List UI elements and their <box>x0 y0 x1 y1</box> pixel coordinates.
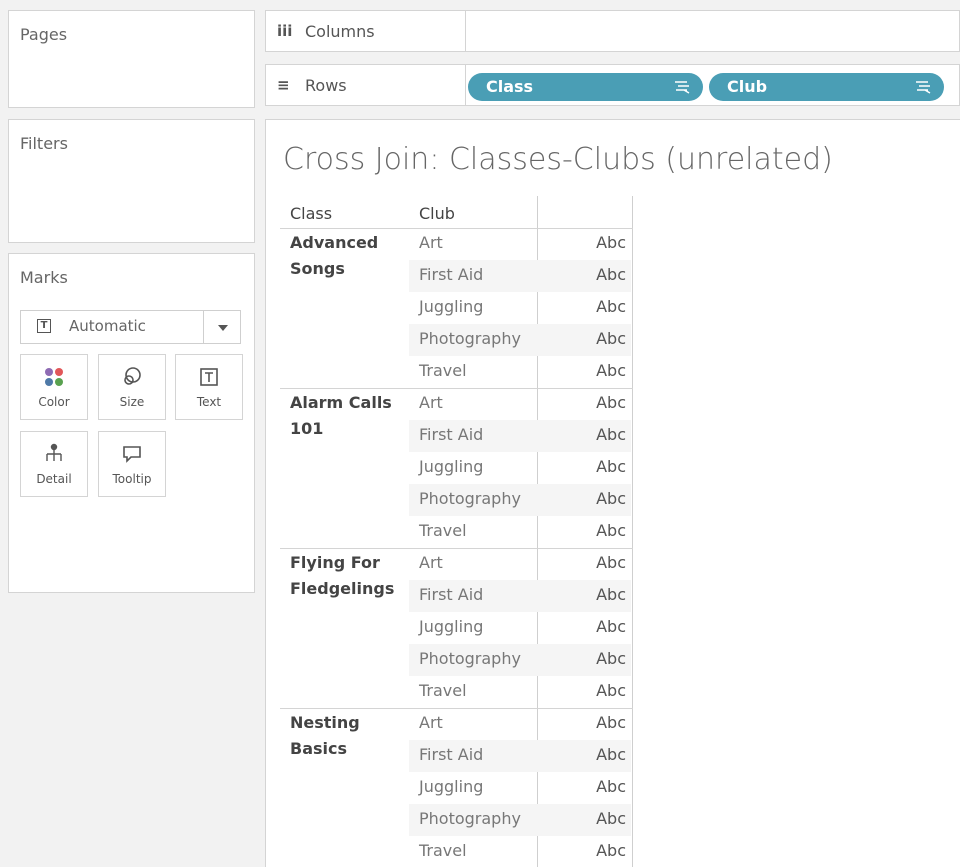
columns-label: Columns <box>305 21 375 41</box>
class-pill-label: Class <box>486 77 534 96</box>
size-icon <box>99 365 165 389</box>
pages-panel[interactable]: Pages <box>8 10 255 108</box>
tooltip-card[interactable]: Tooltip <box>98 431 166 497</box>
value-cell[interactable]: Abc <box>560 681 626 700</box>
group-divider <box>280 388 633 389</box>
sort-icon <box>675 81 690 94</box>
columns-shelf[interactable]: iii Columns <box>265 10 960 52</box>
header-divider <box>280 228 633 229</box>
chevron-down-icon[interactable] <box>218 325 228 331</box>
mark-type-label: Automatic <box>69 317 146 335</box>
value-cell[interactable]: Abc <box>560 265 626 284</box>
class-cell[interactable]: Alarm Calls <box>290 390 392 416</box>
text-icon <box>176 365 242 389</box>
value-cell[interactable]: Abc <box>560 553 626 572</box>
view-title: Cross Join: Classes-Clubs (unrelated) <box>283 142 833 177</box>
column-divider <box>632 196 633 867</box>
filters-title: Filters <box>20 134 68 153</box>
club-pill-label: Club <box>727 77 768 96</box>
marks-title: Marks <box>20 268 68 287</box>
text-card[interactable]: Text <box>175 354 243 420</box>
club-cell[interactable]: First Aid <box>419 265 483 284</box>
club-header[interactable]: Club <box>419 204 455 223</box>
value-cell[interactable]: Abc <box>560 489 626 508</box>
detail-card[interactable]: Detail <box>20 431 88 497</box>
class-cell[interactable]: Flying For <box>290 550 380 576</box>
club-cell[interactable]: Photography <box>419 649 521 668</box>
rows-icon: ≡ <box>277 76 290 94</box>
dropdown-separator <box>203 311 204 343</box>
text-mark-icon: T <box>37 319 51 333</box>
value-cell[interactable]: Abc <box>560 745 626 764</box>
club-cell[interactable]: Juggling <box>419 777 483 796</box>
club-cell[interactable]: Art <box>419 553 443 572</box>
class-cell[interactable]: Fledgelings <box>290 576 394 602</box>
club-cell[interactable]: First Aid <box>419 745 483 764</box>
club-cell[interactable]: Juggling <box>419 617 483 636</box>
value-cell[interactable]: Abc <box>560 521 626 540</box>
columns-icon: iii <box>277 22 293 40</box>
class-cell[interactable]: Songs <box>290 256 345 282</box>
value-cell[interactable]: Abc <box>560 585 626 604</box>
value-cell[interactable]: Abc <box>560 233 626 252</box>
class-cell[interactable]: Basics <box>290 736 347 762</box>
value-cell[interactable]: Abc <box>560 777 626 796</box>
club-cell[interactable]: Travel <box>419 521 467 540</box>
club-cell[interactable]: Juggling <box>419 457 483 476</box>
tooltip-icon <box>99 442 165 466</box>
club-cell[interactable]: Photography <box>419 809 521 828</box>
club-cell[interactable]: Photography <box>419 489 521 508</box>
club-cell[interactable]: Travel <box>419 841 467 860</box>
club-cell[interactable]: Art <box>419 713 443 732</box>
value-cell[interactable]: Abc <box>560 425 626 444</box>
value-cell[interactable]: Abc <box>560 297 626 316</box>
value-cell[interactable]: Abc <box>560 361 626 380</box>
value-cell[interactable]: Abc <box>560 809 626 828</box>
club-cell[interactable]: Travel <box>419 361 467 380</box>
club-cell[interactable]: Travel <box>419 681 467 700</box>
club-cell[interactable]: Photography <box>419 329 521 348</box>
detail-icon <box>21 442 87 466</box>
group-divider <box>280 708 633 709</box>
value-cell[interactable]: Abc <box>560 617 626 636</box>
value-cell[interactable]: Abc <box>560 457 626 476</box>
columns-shelf-label: iii Columns <box>266 11 466 51</box>
class-header[interactable]: Class <box>290 204 332 223</box>
value-cell[interactable]: Abc <box>560 393 626 412</box>
club-cell[interactable]: Art <box>419 393 443 412</box>
class-cell[interactable]: Advanced <box>290 230 378 256</box>
filters-panel[interactable]: Filters <box>8 119 255 243</box>
club-cell[interactable]: First Aid <box>419 585 483 604</box>
value-cell[interactable]: Abc <box>560 841 626 860</box>
club-cell[interactable]: Juggling <box>419 297 483 316</box>
class-cell[interactable]: 101 <box>290 416 323 442</box>
club-cell[interactable]: First Aid <box>419 425 483 444</box>
color-dots-icon <box>21 365 87 389</box>
club-cell[interactable]: Art <box>419 233 443 252</box>
class-pill[interactable]: Class <box>468 73 703 101</box>
value-cell[interactable]: Abc <box>560 713 626 732</box>
club-pill[interactable]: Club <box>709 73 944 101</box>
size-card-label: Size <box>119 395 145 409</box>
pages-title: Pages <box>20 25 68 44</box>
value-cell[interactable]: Abc <box>560 329 626 348</box>
mark-type-dropdown[interactable]: T Automatic <box>20 310 241 344</box>
color-card-label: Color <box>38 395 70 409</box>
value-cell[interactable]: Abc <box>560 649 626 668</box>
rows-label: Rows <box>305 75 347 95</box>
rows-shelf[interactable]: ≡ Rows Class Club <box>265 64 960 106</box>
marks-panel: Marks T Automatic Color Size Text Detail… <box>8 253 255 593</box>
group-divider <box>280 548 633 549</box>
size-card[interactable]: Size <box>98 354 166 420</box>
tooltip-card-label: Tooltip <box>112 472 152 486</box>
rows-shelf-label: ≡ Rows <box>266 65 466 105</box>
class-cell[interactable]: Nesting <box>290 710 360 736</box>
detail-card-label: Detail <box>36 472 72 486</box>
sort-icon <box>916 81 931 94</box>
color-card[interactable]: Color <box>20 354 88 420</box>
text-card-label: Text <box>196 395 222 409</box>
